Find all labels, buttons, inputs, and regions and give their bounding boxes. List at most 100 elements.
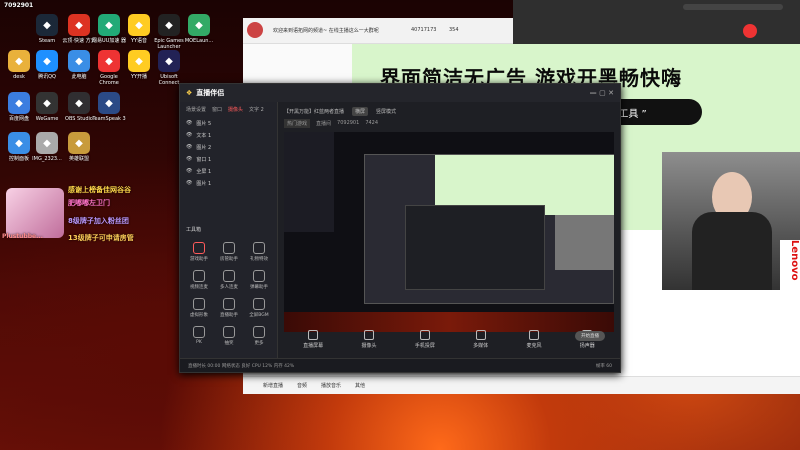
tool-button[interactable]: 礼物特效 bbox=[248, 242, 270, 262]
eye-icon[interactable]: 👁 bbox=[186, 132, 192, 138]
layer-list: 👁 图片 5 👁 文本 1 👁 图片 2 👁 窗口 1 👁 全屏 1 👁 图片 1 bbox=[180, 117, 277, 189]
bottom-item-2[interactable]: 音频 bbox=[297, 382, 307, 389]
desktop-icon[interactable]: ◆ Google Chrome bbox=[92, 50, 126, 86]
stream-preview bbox=[284, 132, 614, 332]
window-controls[interactable]: — ▢ ✕ bbox=[590, 89, 614, 97]
control-button[interactable]: 麦克风 bbox=[526, 329, 541, 349]
tool-button[interactable]: 弹幕助手 bbox=[248, 270, 270, 290]
stream-title[interactable]: 【开黑万能】红蓝两者直播 bbox=[284, 108, 344, 115]
tool-icon bbox=[253, 270, 265, 282]
desktop-top-id: 7092901 bbox=[4, 2, 34, 9]
desktop-icon[interactable]: ◆ WeGame bbox=[30, 92, 64, 122]
orientation-horizontal[interactable]: 横屏 bbox=[352, 106, 369, 116]
desktop-icon-label: 云顶·快速 方式 bbox=[62, 38, 96, 44]
left-side-label: Plustubbe... bbox=[2, 233, 43, 240]
tab-scene[interactable]: 场景设置 bbox=[186, 106, 206, 113]
teamspeak-icon: ◆ bbox=[98, 92, 120, 114]
tool-button[interactable]: 全屏BGM bbox=[248, 298, 270, 318]
wegame-icon: ◆ bbox=[36, 92, 58, 114]
tool-button[interactable]: 直播助手 bbox=[218, 298, 240, 318]
eye-icon[interactable]: 👁 bbox=[186, 144, 192, 150]
tool-label: 礼物特效 bbox=[250, 257, 268, 262]
overlay-text-4: 13级牌子可申请房管 bbox=[68, 234, 134, 242]
tool-button[interactable]: 房管助手 bbox=[218, 242, 240, 262]
bottom-item-3[interactable]: 播放音乐 bbox=[321, 382, 341, 389]
desktop-icon[interactable]: ◆ OBS Studio bbox=[62, 92, 96, 122]
desktop-icon[interactable]: ◆ 英雄联盟 bbox=[62, 132, 96, 162]
desktop-icon[interactable]: ◆ 腾讯QQ bbox=[30, 50, 64, 80]
status-bar: 直播时长 00:00 网络状态 良好 CPU 12% 内存 42% 帧率 60 bbox=[180, 358, 620, 372]
desktop-icon[interactable]: ◆ Ubisoft Connect bbox=[152, 50, 186, 86]
lol-icon: ◆ bbox=[68, 132, 90, 154]
tool-label: 更多 bbox=[254, 341, 264, 346]
clothing bbox=[692, 212, 772, 290]
streamer-avatar[interactable] bbox=[247, 22, 263, 38]
layer-item[interactable]: 👁 文本 1 bbox=[180, 129, 277, 141]
desktop-icon[interactable]: ◆ Steam bbox=[30, 14, 64, 44]
tool-label: 弹幕助手 bbox=[250, 285, 268, 290]
tool-button[interactable]: 多人连麦 bbox=[218, 270, 240, 290]
desktop-icon-label: 腾讯QQ bbox=[38, 74, 56, 80]
layer-item[interactable]: 👁 全屏 1 bbox=[180, 165, 277, 177]
address-bar[interactable] bbox=[683, 4, 783, 10]
bottom-item-1[interactable]: 新增直播 bbox=[263, 382, 283, 389]
tool-button[interactable]: PK bbox=[188, 326, 210, 345]
desktop-icon[interactable]: ◆ TeamSpeak 3 bbox=[92, 92, 126, 122]
tab-camera[interactable]: 摄像头 bbox=[228, 106, 243, 113]
tool-icon bbox=[223, 242, 235, 254]
tool-icon bbox=[193, 298, 205, 310]
desktop-icon-label: YY语音 bbox=[130, 38, 148, 44]
user-avatar-icon[interactable] bbox=[743, 24, 757, 38]
desktop-icon-label: Google Chrome bbox=[99, 74, 119, 86]
desktop-icon[interactable]: ◆ Epic Games Launcher bbox=[152, 14, 186, 50]
desktop-icon[interactable]: ◆ YY开播 bbox=[122, 50, 156, 80]
tool-button[interactable]: 虚拟形象 bbox=[188, 298, 210, 318]
tab-window[interactable]: 窗口 bbox=[212, 106, 222, 113]
eye-icon[interactable]: 👁 bbox=[186, 156, 192, 162]
control-button[interactable]: 多媒体 bbox=[473, 329, 488, 349]
yy-live-icon: ◆ bbox=[128, 50, 150, 72]
eye-icon[interactable]: 👁 bbox=[186, 180, 192, 186]
app-title: 直播伴侣 bbox=[196, 89, 225, 97]
desktop-icon[interactable]: ◆ 网易UU加速 器 bbox=[92, 14, 126, 44]
tool-label: 虚拟形象 bbox=[190, 313, 208, 318]
control-button[interactable]: 直播屏幕 bbox=[303, 329, 324, 349]
desktop-icon-label: 网易UU加速 器 bbox=[92, 38, 126, 44]
start-stream-button[interactable]: 开始直播 bbox=[575, 331, 605, 341]
layer-item[interactable]: 👁 窗口 1 bbox=[180, 153, 277, 165]
layer-label: 图片 1 bbox=[196, 180, 212, 187]
tool-button[interactable]: 游戏助手 bbox=[188, 242, 210, 262]
bottom-item-4[interactable]: 其他 bbox=[355, 382, 365, 389]
layer-item[interactable]: 👁 图片 2 bbox=[180, 141, 277, 153]
tool-button[interactable]: 更多 bbox=[248, 326, 270, 346]
control-button[interactable]: 手机投屏 bbox=[415, 329, 435, 349]
desktop-icon[interactable]: ◆ YY语音 bbox=[122, 14, 156, 44]
computer-icon: ◆ bbox=[68, 50, 90, 72]
desktop-icon[interactable]: ◆ 云顶·快速 方式 bbox=[62, 14, 96, 44]
control-label: 直播屏幕 bbox=[303, 342, 324, 349]
viewer-count: 40717173 bbox=[411, 27, 437, 33]
control-button[interactable]: 摄像头 bbox=[361, 329, 377, 349]
viewers-count: 7424 bbox=[365, 120, 379, 126]
desktop-icon[interactable]: ◆ IMG_2323... bbox=[30, 132, 64, 162]
eye-icon[interactable]: 👁 bbox=[186, 120, 192, 126]
layer-item[interactable]: 👁 图片 1 bbox=[180, 177, 277, 189]
layer-item[interactable]: 👁 图片 5 bbox=[180, 117, 277, 129]
tool-button[interactable]: 抽奖 bbox=[218, 326, 240, 346]
orientation-vertical[interactable]: 竖屏模式 bbox=[376, 108, 396, 115]
category-tag[interactable]: 热门游戏 bbox=[284, 118, 311, 128]
app-icon: ◆ bbox=[68, 14, 90, 36]
layer-label: 窗口 1 bbox=[196, 156, 212, 163]
tool-icon bbox=[253, 298, 265, 310]
desktop-icon[interactable]: ◆ MOELaun... bbox=[182, 14, 216, 44]
status-text: 直播时长 00:00 网络状态 良好 CPU 12% 内存 42% bbox=[188, 363, 295, 369]
tab-text[interactable]: 文字 2 bbox=[249, 106, 264, 113]
tool-icon bbox=[253, 326, 265, 338]
desktop-icon[interactable]: ◆ 此电脑 bbox=[62, 50, 96, 80]
eye-icon[interactable]: 👁 bbox=[186, 168, 192, 174]
tool-label: 多人连麦 bbox=[220, 285, 238, 290]
tool-button[interactable]: 视频连麦 bbox=[188, 270, 210, 290]
tool-icon bbox=[253, 242, 265, 254]
image-icon: ◆ bbox=[36, 132, 58, 154]
epic-icon: ◆ bbox=[158, 14, 180, 36]
